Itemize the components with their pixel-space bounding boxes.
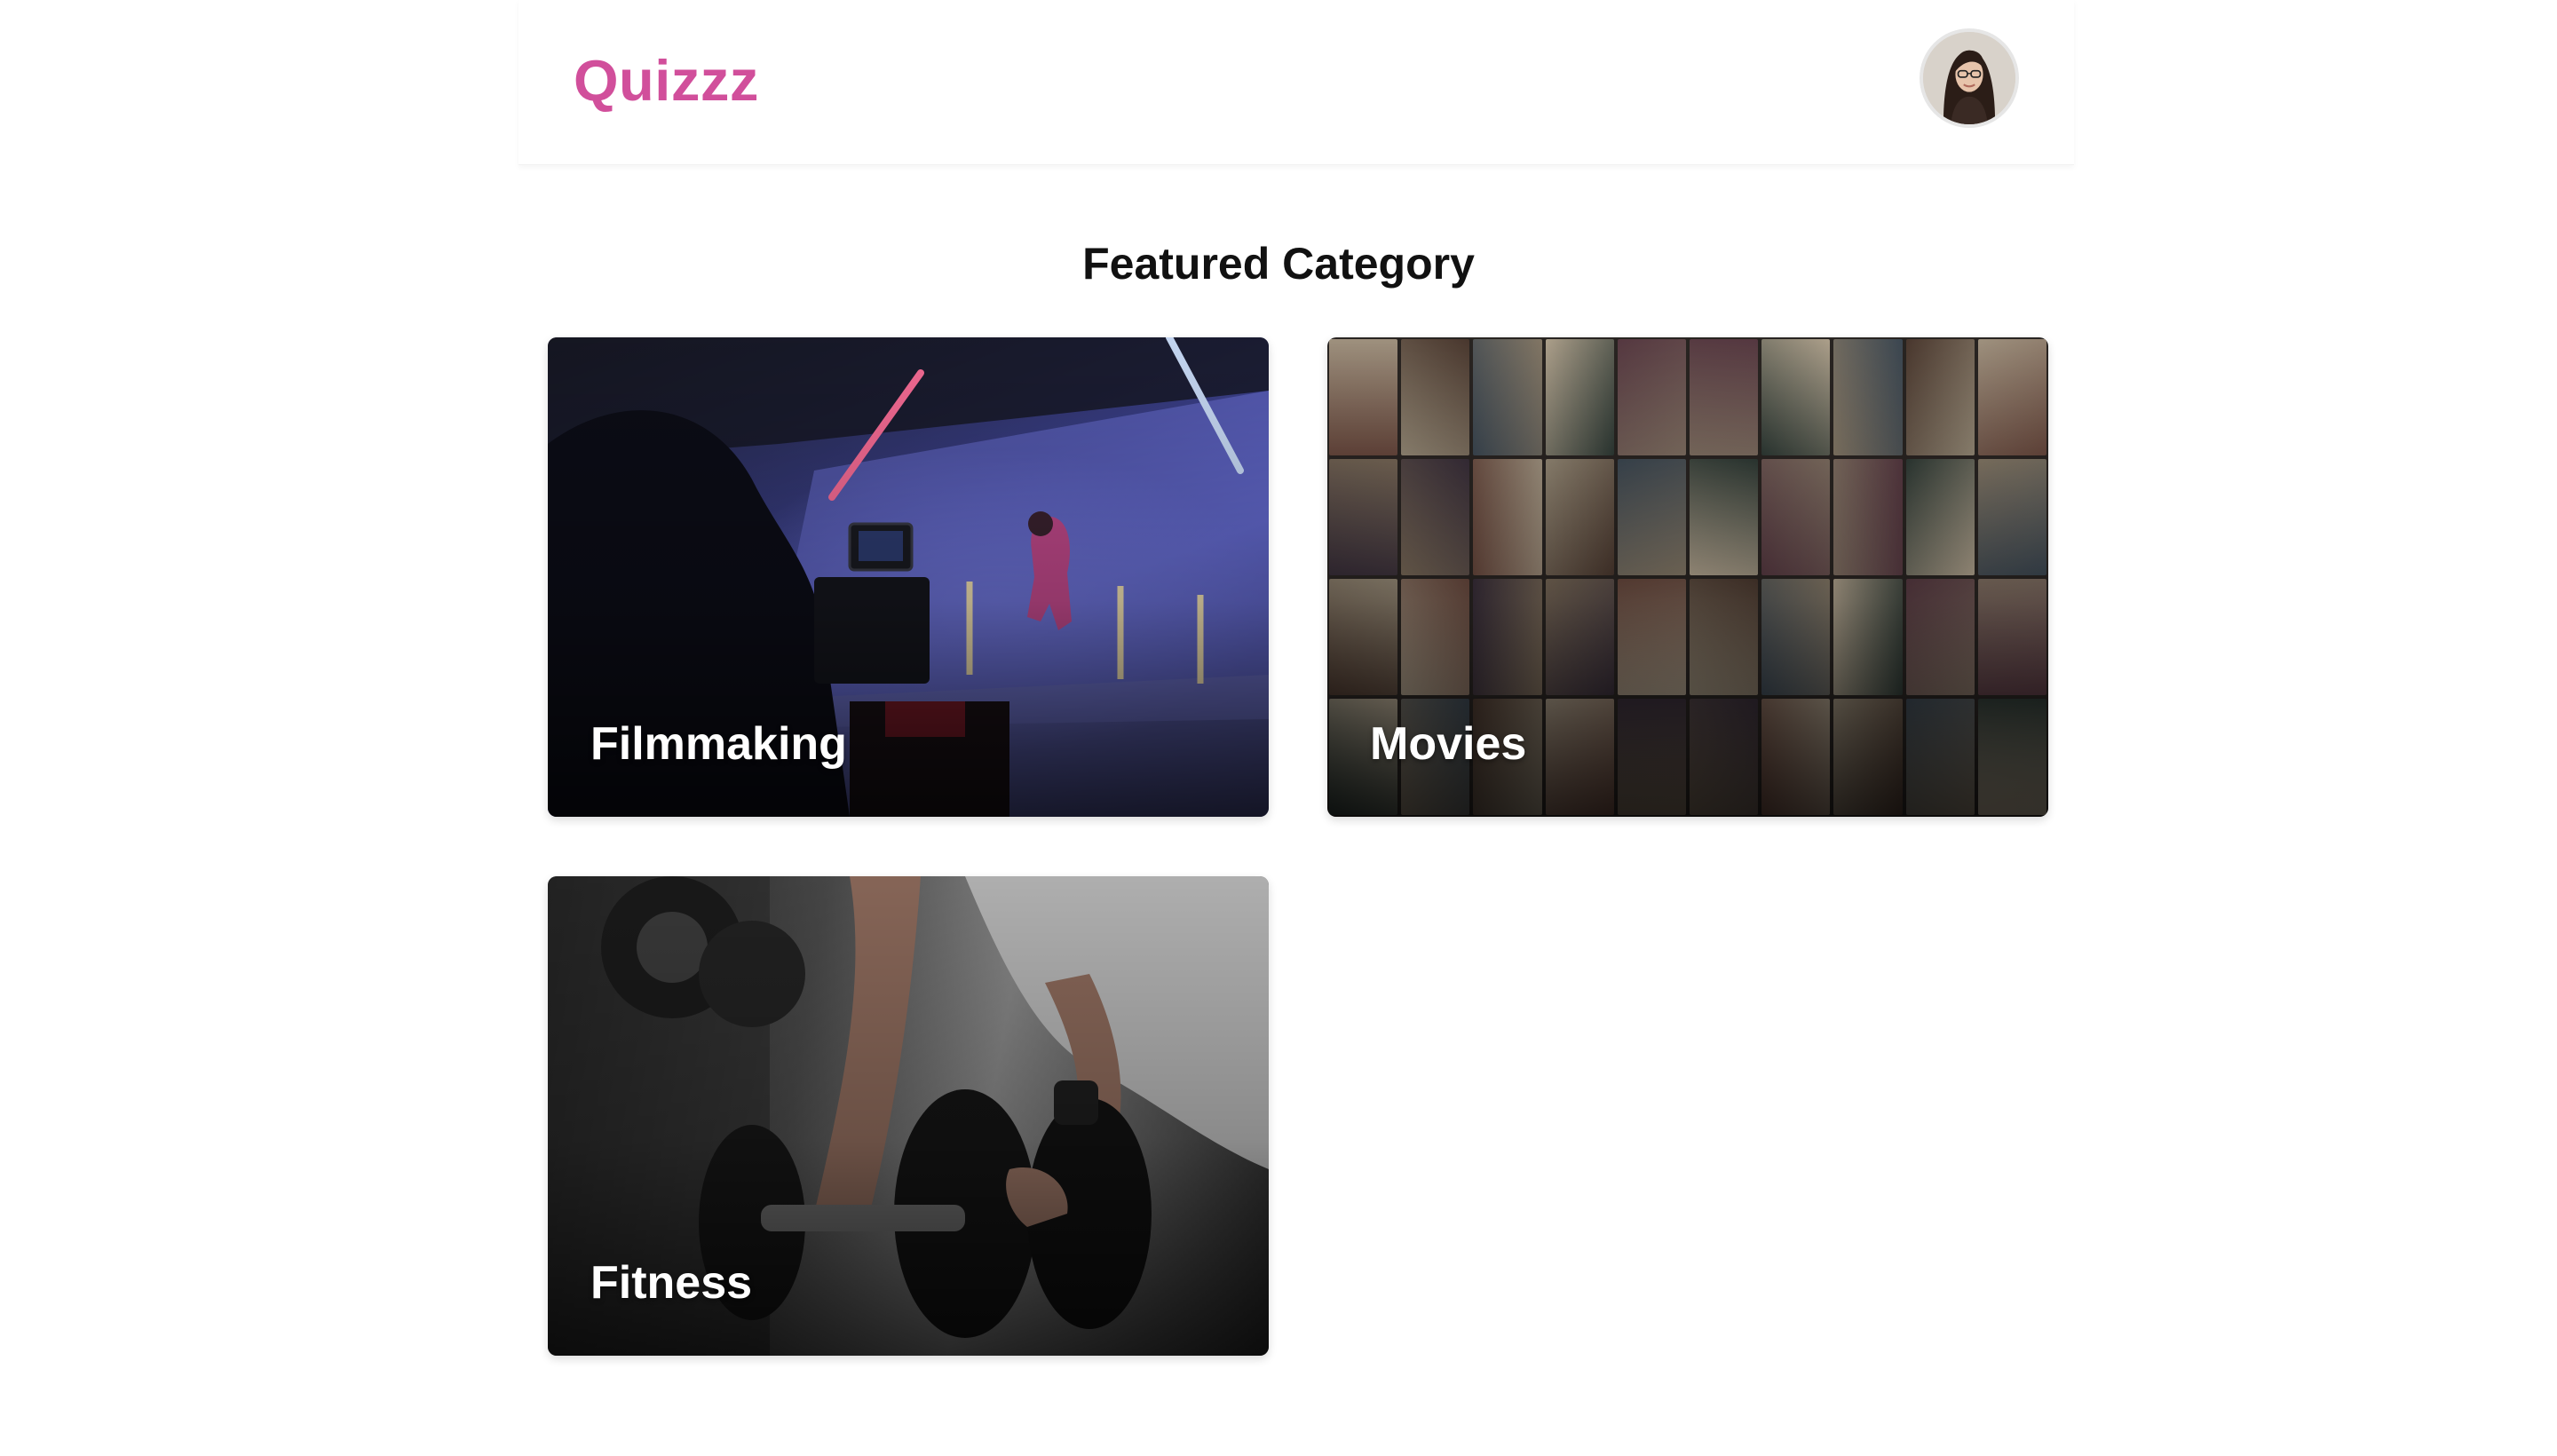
category-label: Fitness <box>590 1257 753 1309</box>
category-card-movies[interactable]: Movies <box>1327 337 2048 817</box>
avatar-photo-icon <box>1923 32 2015 124</box>
section-title: Featured Category <box>1082 239 1475 289</box>
brand-logo[interactable]: Quizzz <box>574 43 759 119</box>
category-label: Filmmaking <box>590 718 847 770</box>
user-avatar[interactable] <box>1920 28 2019 128</box>
category-card-filmmaking[interactable]: Filmmaking <box>548 337 1269 817</box>
category-label: Movies <box>1370 718 1527 770</box>
category-card-fitness[interactable]: Fitness <box>548 876 1269 1356</box>
top-navbar: Quizzz <box>519 0 2074 165</box>
